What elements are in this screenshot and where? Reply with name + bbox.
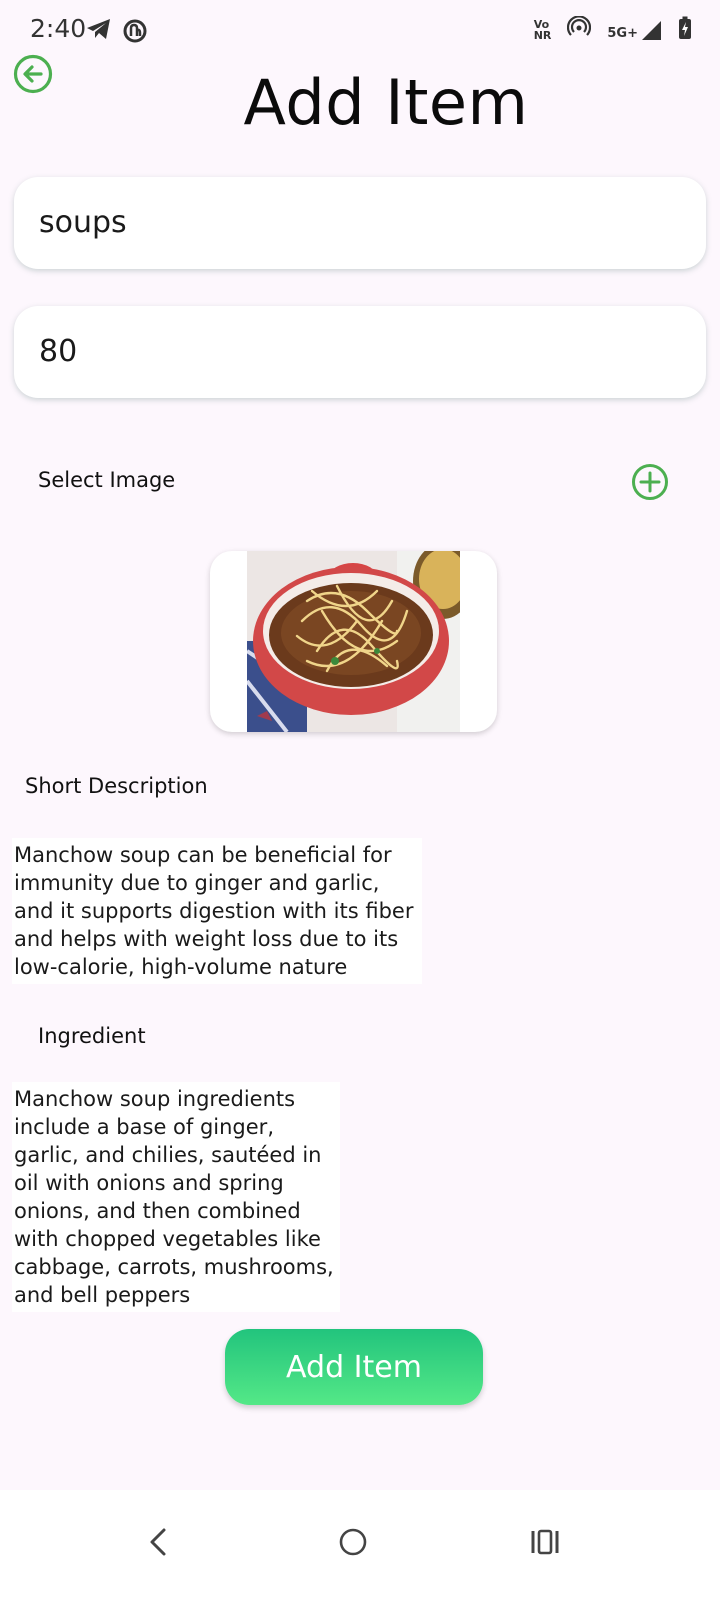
home-nav-icon	[339, 1528, 367, 1556]
status-icons: Vo NR 5G+	[534, 15, 692, 44]
add-item-screen: 2:40 Vo NR 5G+ Add Item soups 80 Select …	[0, 0, 720, 1600]
hotspot-icon	[567, 15, 592, 44]
select-image-label: Select Image	[38, 468, 176, 492]
status-time: 2:40	[30, 14, 87, 43]
telegram-icon	[86, 18, 112, 44]
page-title: Add Item	[243, 66, 529, 139]
recents-nav-icon	[531, 1529, 559, 1555]
system-navigation-bar	[0, 1490, 720, 1600]
network-label: 5G+	[607, 26, 638, 41]
ingredient-label: Ingredient	[38, 1024, 146, 1048]
nav-home-button[interactable]	[323, 1512, 383, 1572]
short-description-label: Short Description	[25, 774, 208, 798]
add-image-button[interactable]	[630, 462, 670, 502]
item-price-value: 80	[39, 334, 78, 369]
status-bar: 2:40 Vo NR 5G+	[0, 0, 720, 60]
add-item-button[interactable]: Add Item	[225, 1329, 483, 1405]
food-photo	[247, 551, 460, 732]
nr-label: NR	[533, 29, 552, 42]
ingredient-text[interactable]: Manchow soup ingredients include a base …	[12, 1082, 340, 1312]
nav-recents-button[interactable]	[515, 1512, 575, 1572]
nav-back-button[interactable]	[128, 1512, 188, 1572]
item-name-field[interactable]: soups	[14, 177, 706, 269]
5g-signal-icon: 5G+	[607, 19, 662, 41]
app-notification-icon	[123, 19, 147, 47]
battery-charging-icon	[678, 16, 692, 44]
plus-circle-icon	[632, 464, 668, 500]
short-description-text[interactable]: Manchow soup can be beneficial for immun…	[12, 838, 422, 984]
back-nav-icon	[150, 1528, 166, 1556]
item-price-field[interactable]: 80	[14, 306, 706, 398]
vonr-icon: Vo NR	[534, 19, 552, 41]
item-name-value: soups	[39, 205, 127, 240]
selected-image-preview[interactable]	[210, 551, 497, 732]
